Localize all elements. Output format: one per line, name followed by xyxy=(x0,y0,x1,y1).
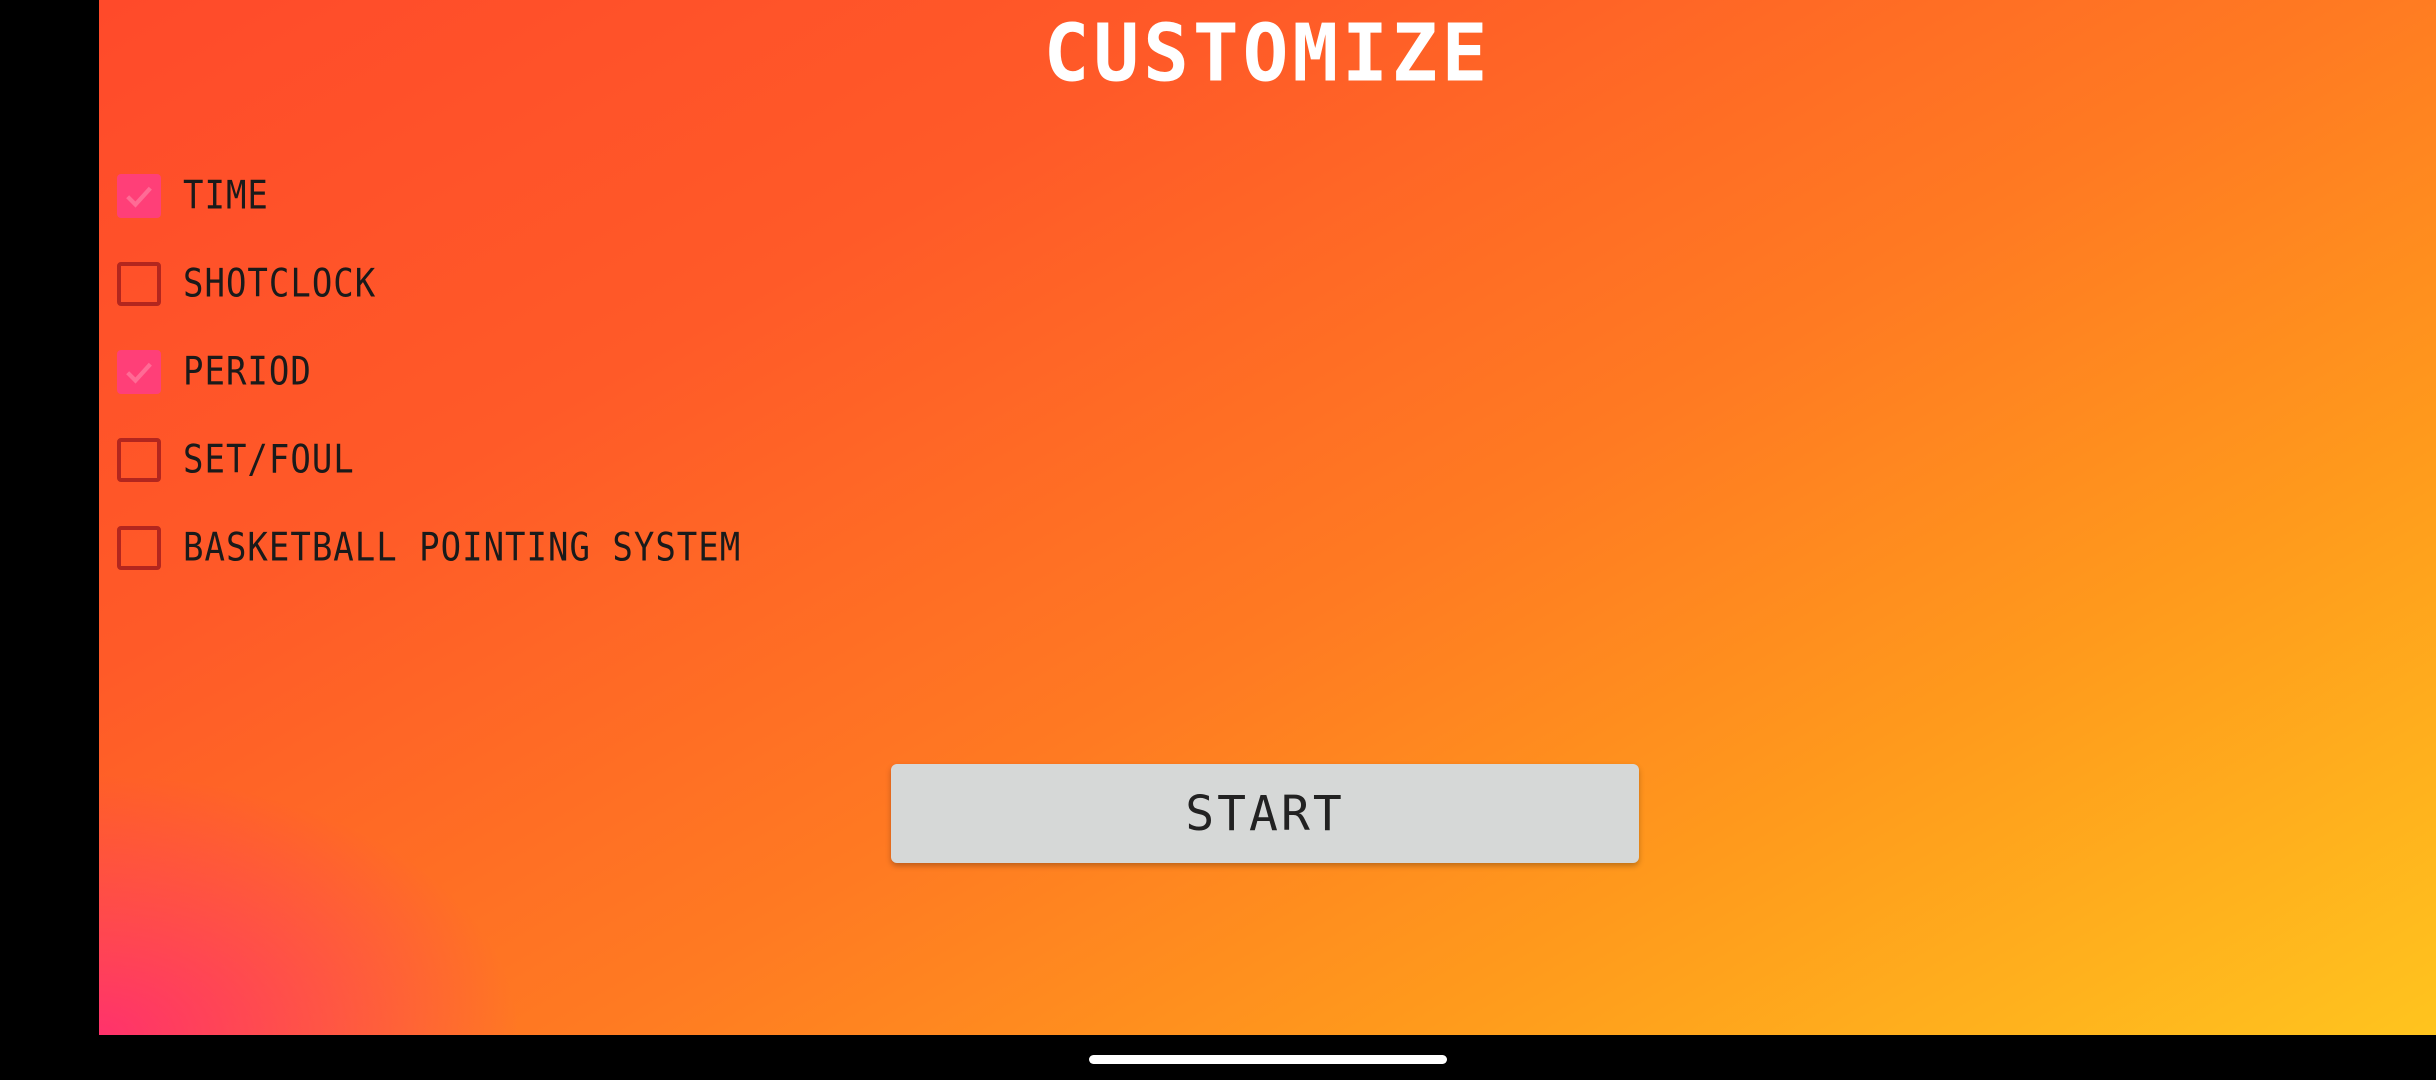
option-set-foul[interactable]: SET/FOUL xyxy=(117,434,741,486)
page-title: CUSTOMIZE xyxy=(1043,5,1492,100)
option-period[interactable]: PERIOD xyxy=(117,346,741,398)
option-label-shotclock: SHOTCLOCK xyxy=(183,261,377,307)
checkbox-period[interactable] xyxy=(117,350,161,394)
checkbox-set-foul[interactable] xyxy=(117,438,161,482)
option-shotclock[interactable]: SHOTCLOCK xyxy=(117,258,741,310)
option-label-basketball-pointing-system: BASKETBALL POINTING SYSTEM xyxy=(183,525,742,571)
checkbox-shotclock[interactable] xyxy=(117,262,161,306)
screen: CUSTOMIZE TIME SHOTCLOCK PERIOD SET/FOUL… xyxy=(0,0,2436,1080)
left-black-bar xyxy=(0,0,99,1080)
start-button[interactable]: START xyxy=(891,764,1639,863)
checkbox-basketball-pointing-system[interactable] xyxy=(117,526,161,570)
options-list: TIME SHOTCLOCK PERIOD SET/FOUL BASKETBAL… xyxy=(117,170,741,610)
customize-screen: CUSTOMIZE TIME SHOTCLOCK PERIOD SET/FOUL… xyxy=(99,0,2436,1035)
checkmark-icon xyxy=(126,362,152,384)
option-basketball-pointing-system[interactable]: BASKETBALL POINTING SYSTEM xyxy=(117,522,741,574)
option-label-time: TIME xyxy=(183,173,269,219)
option-label-period: PERIOD xyxy=(183,349,312,395)
option-label-set-foul: SET/FOUL xyxy=(183,437,355,483)
checkbox-time[interactable] xyxy=(117,174,161,218)
checkmark-icon xyxy=(126,186,152,208)
home-indicator[interactable] xyxy=(1089,1055,1447,1064)
option-time[interactable]: TIME xyxy=(117,170,741,222)
